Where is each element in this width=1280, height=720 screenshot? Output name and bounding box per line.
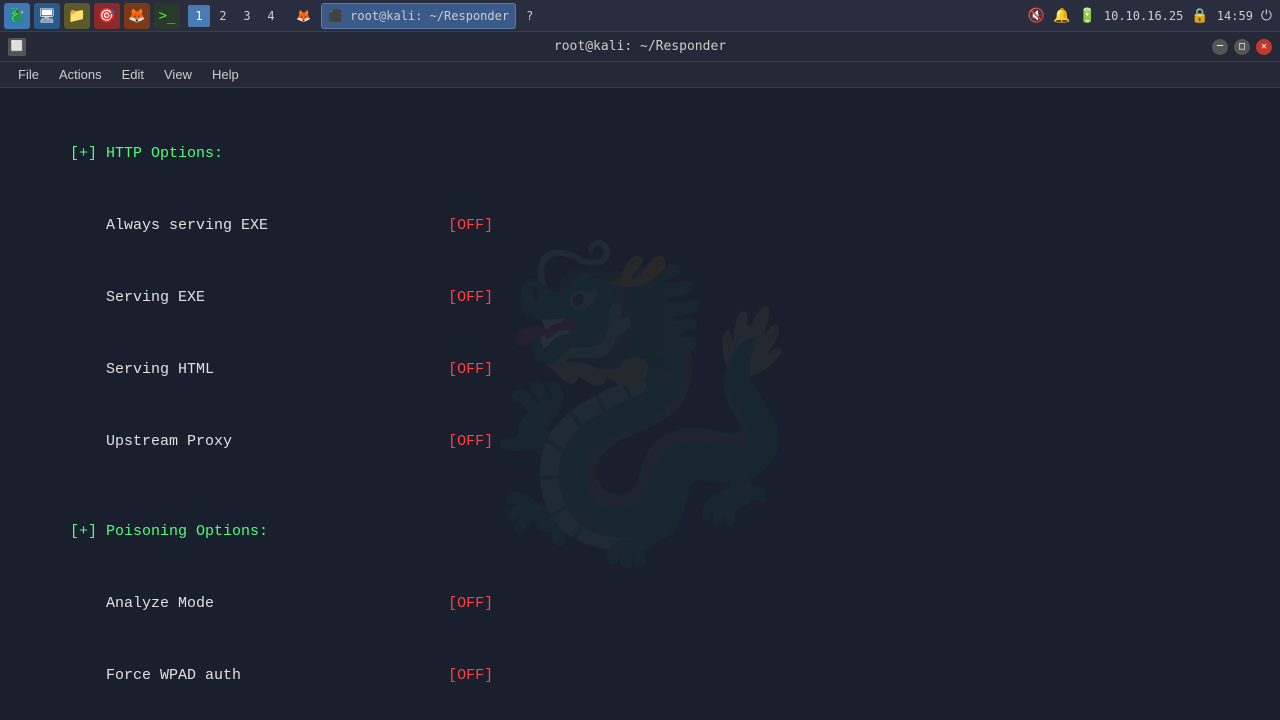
poisoning-header: [+] Poisoning Options: xyxy=(16,496,1264,568)
firefox-icon[interactable]: 🦊 xyxy=(124,3,150,29)
app-icon-1[interactable]: 🖥 xyxy=(34,3,60,29)
force-basic-line: Force Basic Auth [OFF] xyxy=(16,712,1264,720)
ip-display: 10.10.16.25 xyxy=(1104,9,1183,23)
menu-view[interactable]: View xyxy=(154,65,202,84)
minimize-button[interactable]: ─ xyxy=(1212,39,1228,55)
spacer-0 xyxy=(16,100,1264,118)
workspace-2[interactable]: 2 xyxy=(212,5,234,27)
kali-icon[interactable]: 🐉 xyxy=(4,3,30,29)
window-icon[interactable]: ⬜ xyxy=(8,38,26,56)
workspace-nums: 1 2 3 4 xyxy=(188,5,282,27)
app-icon-3[interactable]: 🎯 xyxy=(94,3,120,29)
terminal-window: ⬜ root@kali: ~/Responder ─ □ ✕ File Acti… xyxy=(0,32,1280,720)
menu-actions[interactable]: Actions xyxy=(49,65,112,84)
extra-app-btn[interactable]: ? xyxy=(520,3,539,29)
close-button[interactable]: ✕ xyxy=(1256,39,1272,55)
lock-icon[interactable]: 🔒 xyxy=(1191,8,1208,24)
http-header: [+] HTTP Options: xyxy=(16,118,1264,190)
spacer-1 xyxy=(16,478,1264,496)
responder-app-btn[interactable]: ⬛ root@kali: ~/Responder xyxy=(321,3,516,29)
window-controls: ─ □ ✕ xyxy=(1212,39,1272,55)
serving-exe-line: Serving EXE [OFF] xyxy=(16,262,1264,334)
terminal-icon[interactable]: >_ xyxy=(154,3,180,29)
taskbar-left: 🐉 🖥 📁 🎯 🦊 >_ 1 2 3 4 🦊 ⬛ root@kali: ~/Re… xyxy=(0,3,539,29)
power-icon[interactable]: ⏻ xyxy=(1261,8,1272,24)
analyze-mode-line: Analyze Mode [OFF] xyxy=(16,568,1264,640)
bell-icon[interactable]: 🔔 xyxy=(1053,8,1070,24)
window-title: root@kali: ~/Responder xyxy=(554,39,726,54)
window-titlebar: ⬜ root@kali: ~/Responder ─ □ ✕ xyxy=(0,32,1280,62)
workspace-1[interactable]: 1 xyxy=(188,5,210,27)
taskbar: 🐉 🖥 📁 🎯 🦊 >_ 1 2 3 4 🦊 ⬛ root@kali: ~/Re… xyxy=(0,0,1280,32)
workspace-4[interactable]: 4 xyxy=(260,5,282,27)
maximize-button[interactable]: □ xyxy=(1234,39,1250,55)
menu-file[interactable]: File xyxy=(8,65,49,84)
menu-edit[interactable]: Edit xyxy=(112,65,154,84)
menu-help[interactable]: Help xyxy=(202,65,249,84)
audio-icon[interactable]: 🔇 xyxy=(1028,8,1045,24)
clock: 14:59 xyxy=(1217,9,1253,23)
upstream-proxy-line: Upstream Proxy [OFF] xyxy=(16,406,1264,478)
always-serving-exe-line: Always serving EXE [OFF] xyxy=(16,190,1264,262)
workspace-3[interactable]: 3 xyxy=(236,5,258,27)
force-wpad-line: Force WPAD auth [OFF] xyxy=(16,640,1264,712)
taskbar-apps: 🦊 ⬛ root@kali: ~/Responder ? xyxy=(290,3,539,29)
taskbar-right: 🔇 🔔 🔋 10.10.16.25 🔒 14:59 ⏻ xyxy=(1028,8,1280,24)
serving-html-line: Serving HTML [OFF] xyxy=(16,334,1264,406)
terminal-content[interactable]: 🐉 [+] HTTP Options: Always serving EXE [… xyxy=(0,88,1280,720)
battery-icon[interactable]: 🔋 xyxy=(1078,8,1095,24)
firefox-app-btn[interactable]: 🦊 xyxy=(290,3,317,29)
app-icon-2[interactable]: 📁 xyxy=(64,3,90,29)
menubar: File Actions Edit View Help xyxy=(0,62,1280,88)
